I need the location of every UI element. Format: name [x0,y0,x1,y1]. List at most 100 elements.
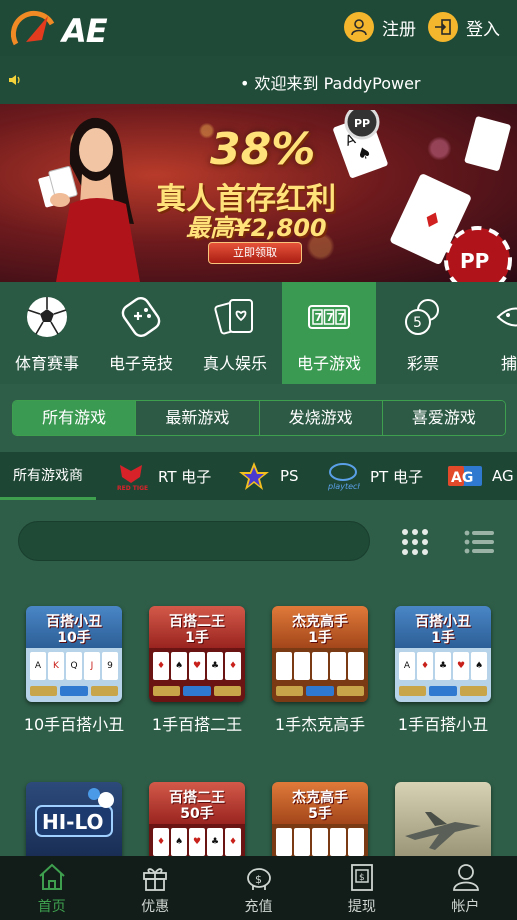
svg-text:$: $ [255,873,262,886]
banner-subtitle: 最高¥2,800 [186,214,327,242]
game-name: 1手百搭小丑 [397,715,489,734]
category-label: 捕鱼 [500,354,517,373]
provider-ps[interactable]: PS [238,452,299,500]
game-search-input[interactable] [18,521,370,561]
promo-banner[interactable]: 38% 真人首存红利 最高¥2,800 立即领取 A ♠ ♦ PP PP [0,104,517,282]
login-label: 登入 [466,19,500,40]
tab-all-games[interactable]: 所有游戏 [13,401,136,435]
claim-now-button[interactable]: 立即领取 [208,242,302,264]
piggy-bank-icon: $ [246,868,271,890]
svg-text:7: 7 [338,311,346,324]
grid-view-icon[interactable] [400,528,430,556]
fish-icon [496,307,517,327]
category-label: 彩票 [406,354,439,373]
svg-text:7: 7 [326,311,334,324]
nav-account[interactable]: 帐户 [414,856,517,920]
provider-label: AG [492,467,514,485]
svg-text:RED TIGER: RED TIGER [117,485,148,491]
tab-hot-games[interactable]: 发烧游戏 [258,401,382,435]
game-thumbnail-title: 百搭二王 50手 [169,790,225,822]
announcement-bar: • 欢迎来到 PaddyPower [0,56,517,104]
game-thumbnail-title: 百搭小丑 10手 [46,614,102,646]
category-label: 电子竞技 [108,354,173,373]
category-live-casino[interactable]: 真人娱乐 [188,282,282,384]
red-tiger-logo: RED TIGER [117,465,148,491]
svg-text:5: 5 [413,315,422,331]
ae-logo[interactable]: AE [8,6,118,52]
game-thumbnail-title: 杰克高手 5手 [292,790,348,822]
nav-label: 帐户 [451,899,480,915]
provider-label: PS [280,467,299,485]
speaker-icon [9,75,20,85]
category-label: 真人娱乐 [202,354,267,373]
svg-text:7: 7 [315,311,323,324]
nav-promotions[interactable]: 优惠 [103,856,206,920]
provider-all[interactable]: 所有游戏商 [0,452,96,500]
svg-text:$: $ [359,873,365,883]
provider-bar: 所有游戏商 RED TIGER RT 电子 PS playtech PT 电子 … [0,452,517,500]
nav-withdraw[interactable]: $ 提现 [310,856,413,920]
provider-rt[interactable]: RED TIGER RT 电子 [114,452,211,500]
category-esports[interactable]: 电子竞技 [94,282,188,384]
nav-label: 首页 [37,899,66,915]
svg-text:HI-LO: HI-LO [42,810,104,834]
playing-cards-icon [214,299,253,335]
nav-label: 优惠 [141,899,170,915]
svg-text:AG: AG [451,470,473,486]
login-button[interactable]: 登入 [428,10,500,44]
top-header: AE 注册 登入 [0,0,517,56]
register-label: 注册 [382,19,416,40]
category-lottery[interactable]: 5 彩票 [376,282,470,384]
playtech-logo: playtech [327,463,360,491]
ps-star-logo [239,462,269,490]
category-slots[interactable]: 7 7 7 电子游戏 [282,282,376,384]
game-name: 10手百搭小丑 [23,715,125,734]
nav-deposit[interactable]: $ 充值 [207,856,310,920]
slot-777-icon: 7 7 7 [308,305,350,329]
game-thumbnail: 百搭小丑 1手 A ♦ ♣ ♥ ♠ [395,606,491,702]
game-thumbnail: 百搭二王 1手 ♦ ♠ ♥ ♣ ♦ [149,606,245,702]
ag-logo: AG [448,466,482,486]
logo-emblem-icon [10,10,55,46]
game-thumbnail-title: 杰克高手 1手 [292,614,348,646]
soccer-ball-icon [27,297,67,337]
tab-favorite-games[interactable]: 喜爱游戏 [381,401,505,435]
provider-ag[interactable]: AG AG [448,452,514,500]
game-name: 1手杰克高手 [274,715,366,734]
category-fishing[interactable]: 捕鱼 [470,282,517,384]
gamepad-icon [121,296,161,338]
svg-text:PP: PP [460,249,489,273]
category-sports[interactable]: 体育赛事 [0,282,94,384]
announcement-text: • 欢迎来到 PaddyPower [240,74,421,93]
game-thumbnail-title: 百搭二王 1手 [169,614,225,646]
logo-text: AE [62,12,108,50]
tab-new-games[interactable]: 最新游戏 [135,401,259,435]
category-label: 体育赛事 [14,354,79,373]
svg-text:playtech: playtech [327,482,360,491]
game-thumbnail: 杰克高手 1手 [272,606,368,702]
lottery-balls-icon: 5 [405,299,439,335]
register-button[interactable]: 注册 [344,10,416,44]
nav-label: 充值 [244,899,273,915]
atm-icon: $ [351,864,374,891]
login-icon [428,12,458,42]
nav-label: 提现 [347,899,376,915]
provider-label: PT 电子 [370,467,423,486]
game-thumbnail-title: 百搭小丑 1手 [415,614,471,646]
user-icon [452,864,479,891]
category-nav: 体育赛事 电子竞技 真人娱乐 7 7 7 电子游戏 5 彩票 捕 [0,282,517,384]
game-filter-tabs: 所有游戏 最新游戏 发烧游戏 喜爱游戏 [12,400,506,436]
list-view-icon[interactable] [464,528,494,556]
dealer-image [38,117,140,282]
nav-home[interactable]: 首页 [0,856,103,920]
user-icon [344,12,374,42]
game-thumbnail: 百搭小丑 10手 AKQJ9 [26,606,122,702]
category-label: 电子游戏 [296,354,361,373]
game-name: 1手百搭二王 [151,715,243,734]
provider-pt[interactable]: playtech PT 电子 [326,452,423,500]
provider-label: RT 电子 [158,467,212,486]
cards-chips-art: A♠ ♦ PP PP [333,110,512,282]
banner-percent: 38% [210,124,316,175]
gift-icon [143,868,168,891]
home-icon [39,863,65,890]
